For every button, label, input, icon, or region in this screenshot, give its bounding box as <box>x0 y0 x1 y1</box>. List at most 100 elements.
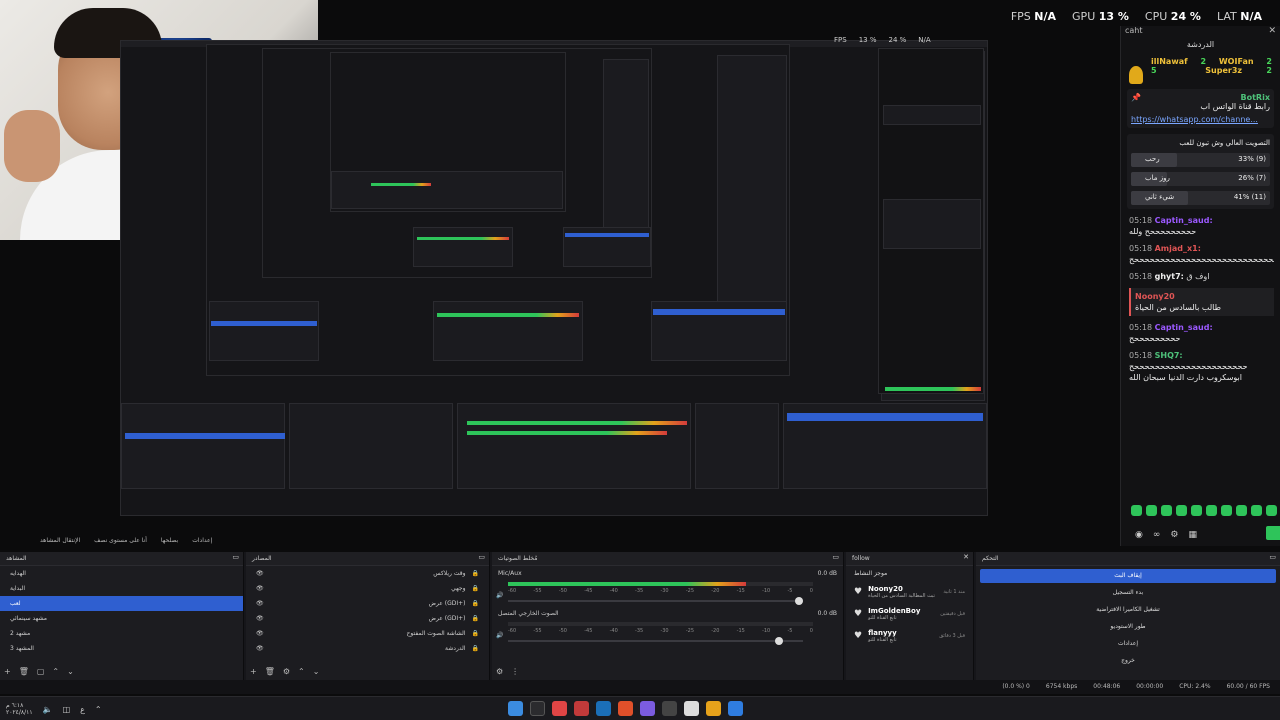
scene-item[interactable]: الهدايه <box>0 566 243 581</box>
eye-icon[interactable]: 👁 <box>256 645 264 652</box>
clock-date[interactable]: ٢٠٢٤/٨/١١ <box>6 709 33 716</box>
poll-option[interactable]: روز ماب 26% (7) <box>1131 172 1270 186</box>
dock-close-icon[interactable]: ▭ <box>832 553 839 561</box>
emote-bar[interactable] <box>1131 505 1280 516</box>
stop-streaming-button[interactable]: إيقاف البث <box>980 569 1276 583</box>
chat-message: 05:18 Captin_saud: حححححححححح <box>1129 323 1213 343</box>
add-icon[interactable]: + <box>4 667 11 676</box>
app-icon[interactable] <box>640 701 655 716</box>
scene-item-selected[interactable]: لعب <box>0 596 243 611</box>
lock-icon[interactable]: 🔒 <box>472 570 479 577</box>
highlighted-chat-message: Noony20 طالب بالسادس من الحياة <box>1129 288 1274 316</box>
scene-item[interactable]: مشهد سينمائي <box>0 611 243 626</box>
source-item[interactable]: 👁 وجهي 🔒 <box>246 581 489 596</box>
source-item[interactable]: 👁 عرض (GDI+) 🔒 <box>246 596 489 611</box>
network-icon[interactable]: ◫ <box>63 705 71 714</box>
nested-stats: FPS 13 % 24 % N/A <box>834 36 931 44</box>
up-arrow-icon[interactable]: ⌃ <box>52 667 59 676</box>
latency-stat: LAT N/A <box>1216 10 1262 23</box>
gear-icon[interactable]: ⚙ <box>283 667 290 676</box>
trash-icon[interactable]: 🗑 <box>265 667 275 676</box>
clock-time[interactable]: ٦:١٨ م <box>6 702 33 709</box>
speaker-icon[interactable]: 🔊 <box>496 632 503 639</box>
source-item[interactable]: 👁 الدردشة 🔒 <box>246 641 489 656</box>
scene-item[interactable]: مشهد 2 <box>0 626 243 641</box>
poll-option[interactable]: شيء ثاني 41% (11) <box>1131 191 1270 205</box>
lock-icon[interactable]: 🔒 <box>472 630 479 637</box>
lock-icon[interactable]: 🔒 <box>472 645 479 652</box>
pinned-link[interactable]: https://whatsapp.com/channe... <box>1131 115 1270 124</box>
dock-close-icon[interactable]: ▭ <box>478 553 485 561</box>
source-item[interactable]: 👁 وقت ريلاكس 🔒 <box>246 566 489 581</box>
dock-close-icon[interactable]: ▭ <box>1269 553 1276 561</box>
app-icon[interactable] <box>508 701 523 716</box>
studio-mode-button[interactable]: طور الاستوديو <box>980 620 1276 634</box>
settings-button[interactable]: إعدادات <box>980 637 1276 651</box>
trash-icon[interactable]: 🗑 <box>19 667 29 676</box>
controls-title: التحكم ▭ <box>976 552 1280 566</box>
filter-icon[interactable]: ▢ <box>37 667 45 676</box>
brave-icon[interactable] <box>618 701 633 716</box>
chat-message: 05:18 SHQ7: ححححححححححححححححححححححح ابوس… <box>1129 351 1248 382</box>
cpu-stat: CPU 24 % <box>1144 10 1201 23</box>
obs-top-item[interactable]: بصلحها <box>161 537 178 544</box>
down-arrow-icon[interactable]: ⌄ <box>67 667 74 676</box>
cpu-usage: CPU: 2.4% <box>1179 683 1211 690</box>
menu-icon[interactable]: ⋮ <box>511 667 519 676</box>
app-icon[interactable] <box>662 701 677 716</box>
obs-top-item[interactable]: إعدادات <box>192 537 212 544</box>
speaker-icon[interactable]: 🔊 <box>496 592 503 599</box>
close-icon[interactable]: ✕ <box>1268 26 1276 36</box>
eye-icon[interactable]: 👁 <box>256 630 264 637</box>
start-recording-button[interactable]: بدء التسجيل <box>980 586 1276 600</box>
scene-item[interactable]: البداية <box>0 581 243 596</box>
gpu-stat: GPU 13 % <box>1072 10 1129 23</box>
dock-close-icon[interactable]: ✕ <box>963 553 969 561</box>
obs-top-item[interactable]: أنا على مستوى نصف <box>94 537 147 544</box>
performance-stats: FPS N/A GPU 13 % CPU 24 % LAT N/A <box>1011 10 1262 23</box>
steam-icon[interactable] <box>596 701 611 716</box>
eye-icon[interactable]: 👁 <box>256 585 264 592</box>
volume-icon[interactable]: 🔈 <box>43 705 53 714</box>
volume-slider[interactable] <box>508 597 803 605</box>
lock-icon[interactable]: 🔒 <box>472 600 479 607</box>
eye-icon[interactable]: 👁 <box>256 570 264 577</box>
scene-item[interactable]: المشهد 3 <box>0 641 243 656</box>
exit-button[interactable]: خروج <box>980 654 1276 668</box>
file-explorer-icon[interactable] <box>706 701 721 716</box>
app-icon[interactable] <box>552 701 567 716</box>
up-arrow-icon[interactable]: ⌃ <box>298 667 305 676</box>
pinned-author: BotRix <box>1240 93 1270 102</box>
obs-top-strip: الإنتقال المشاهد أنا على مستوى نصف بصلحه… <box>0 532 1280 548</box>
eye-icon[interactable]: 👁 <box>256 600 264 607</box>
add-icon[interactable]: + <box>250 667 257 676</box>
obs-top-item[interactable]: الإنتقال المشاهد <box>40 537 80 544</box>
down-arrow-icon[interactable]: ⌄ <box>313 667 320 676</box>
sources-dock: المصادر ▭ 👁 وقت ريلاكس 🔒 👁 وجهي 🔒 👁 عرض (GDI+)… <box>246 552 490 680</box>
virtual-camera-button[interactable]: تشغيل الكاميرا الافتراضية <box>980 603 1276 617</box>
eye-icon[interactable]: 👁 <box>256 615 264 622</box>
chat-panel-label: caht <box>1125 26 1143 35</box>
taskbar: ٦:١٨ م ٢٠٢٤/٨/١١ 🔈 ◫ ع ⌃ <box>0 696 1280 720</box>
app-icon[interactable] <box>684 701 699 716</box>
tray-arrow-icon[interactable]: ⌃ <box>95 705 102 714</box>
obs-app-icon[interactable] <box>530 701 545 716</box>
leaderboard: illNawaf 2 WOIFan 2 5 Super3z 2 <box>1151 57 1272 75</box>
lock-icon[interactable]: 🔒 <box>472 615 479 622</box>
source-item[interactable]: 👁 عرض (GDI+) 🔒 <box>246 611 489 626</box>
dock-close-icon[interactable]: ▭ <box>232 553 239 561</box>
source-item[interactable]: 👁 الشاشة الصوت المفتوح 🔒 <box>246 626 489 641</box>
app-icon[interactable] <box>574 701 589 716</box>
follow-dock: follow ✕ موجز النشاط ♥ Noony20 تبث المطالب… <box>846 552 974 680</box>
language-icon[interactable]: ع <box>80 705 85 714</box>
gear-icon[interactable]: ⚙ <box>496 667 503 676</box>
poll: التصويت العالي وش تبون للعب رحب 33% (9) ر… <box>1127 134 1274 209</box>
lock-icon[interactable]: 🔒 <box>472 585 479 592</box>
poll-option[interactable]: رحب 33% (9) <box>1131 153 1270 167</box>
pin-icon[interactable]: 📌 <box>1131 93 1141 102</box>
follow-event: ♥ flanyyy تابع القناة للتو قبل 3 دقائق <box>854 629 965 643</box>
windows-start-icon[interactable] <box>728 701 743 716</box>
volume-slider[interactable] <box>508 637 803 645</box>
follow-event: ♥ ImGoldenBoy تابع القناة للتو قبل دقيقتي… <box>854 607 965 621</box>
activity-feed-label: موجز النشاط <box>854 570 888 577</box>
